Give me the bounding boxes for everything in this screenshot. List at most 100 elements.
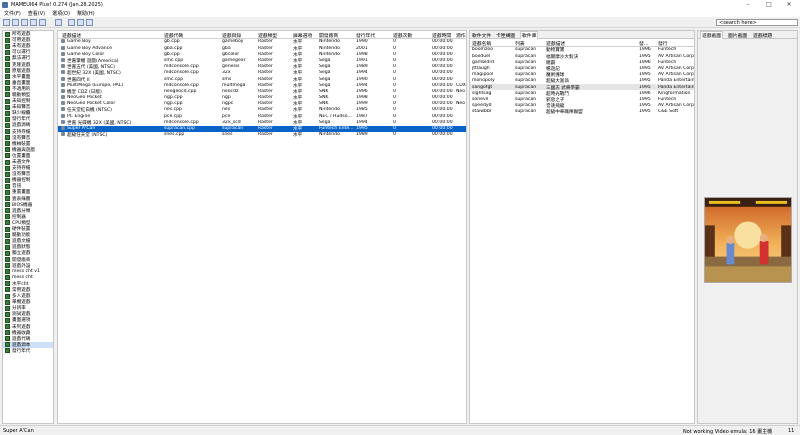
tab-picture[interactable]: 圖片截圖	[728, 32, 747, 39]
folder-label: CPU類型	[12, 220, 31, 226]
properties-icon[interactable]	[77, 19, 84, 26]
col-play-count[interactable]: 遊戲次數	[393, 32, 412, 39]
col-description[interactable]: 遊戲描述	[62, 32, 81, 39]
folder-view-icon[interactable]	[3, 19, 10, 26]
col-directory[interactable]: 遊戲目錄	[222, 32, 241, 39]
folder-icon	[5, 214, 10, 220]
game-cell: pce.cpp	[164, 113, 183, 119]
folder-label: 無法運行	[12, 56, 31, 62]
col-rom-name[interactable]: 遊戲代碼	[164, 32, 183, 39]
software-cell: boomzoo	[472, 47, 494, 53]
folder-icon	[5, 208, 10, 214]
game-cell: 1990	[356, 39, 368, 45]
col-play-time[interactable]: 遊戲時間	[432, 32, 451, 39]
list-view-icon[interactable]	[30, 19, 37, 26]
software-cell: 1996	[639, 47, 651, 53]
folder-icon	[5, 275, 10, 281]
game-cell: 00:00:00	[432, 113, 453, 119]
folder-label: 機器與遊戲	[12, 147, 35, 153]
col-manufacturer[interactable]: 開發廠商	[319, 32, 338, 39]
software-cell: Funtech	[658, 47, 677, 53]
game-cell: 0	[393, 119, 396, 125]
folder-icon	[5, 189, 10, 195]
tab-software-files[interactable]: 軟件文件	[472, 32, 491, 39]
game-cell: Sega	[319, 70, 331, 76]
folder-icon	[5, 49, 10, 55]
game-cell: SNK	[319, 88, 329, 94]
software-cell: 1995	[639, 109, 651, 115]
game-cell: gbcolor	[222, 51, 240, 57]
tab-software-list[interactable]: 軟件庫	[520, 31, 539, 39]
game-cell: 0	[393, 70, 396, 76]
folder-label: 水平cht	[12, 281, 29, 287]
close-button[interactable]: ✕	[779, 0, 799, 9]
game-cell: Raster	[258, 107, 273, 113]
menu-options[interactable]: 選項(O)	[52, 10, 70, 17]
game-cell: gba	[222, 45, 231, 51]
menu-view[interactable]: 查看(V)	[28, 10, 45, 17]
game-cell: 1994	[356, 119, 368, 125]
folder-item[interactable]: 發行年代	[3, 348, 53, 354]
game-cell: Raster	[258, 101, 273, 107]
title-bar: MAMEUI64 Plus! 0.274 (Jan.28.2025) – □ ✕	[0, 0, 800, 9]
menu-help[interactable]: 幫助(H)	[77, 10, 95, 17]
folder-label: 遊戲文檔	[12, 239, 31, 245]
col-soft-list[interactable]: 列表	[515, 40, 525, 47]
col-soft-description[interactable]: 遊戲描述	[546, 40, 565, 47]
game-cell: NeoGeo Pocket	[67, 95, 102, 101]
game-cell: 0	[393, 57, 396, 63]
tab-snapshot[interactable]: 遊戲截圖	[700, 31, 724, 39]
game-list[interactable]: 遊戲描述 遊戲代碼 遊戲目錄 遊戲類型 屏幕選項 開發廠商 發行年代 遊戲次數 …	[57, 30, 467, 424]
col-type[interactable]: 遊戲類型	[258, 32, 277, 39]
game-cell: gb.cpp	[164, 51, 180, 57]
col-soft-year[interactable]: 發...	[639, 40, 648, 47]
game-cell: 00:00:00	[432, 95, 453, 101]
status-driver-info: Not working Video emula: 16 畫主機	[683, 428, 773, 435]
game-cell: 00:00:00	[432, 107, 453, 113]
col-source[interactable]: 源作	[456, 32, 466, 39]
col-soft-name[interactable]: 遊戲名稱	[472, 40, 491, 47]
folder-icon	[5, 104, 10, 110]
tab-title-screen[interactable]: 遊戲標題	[753, 32, 772, 39]
maximize-button[interactable]: □	[759, 0, 779, 9]
game-cell: 00:00:00	[432, 132, 453, 138]
search-input[interactable]: <search here>	[716, 19, 798, 26]
play-icon[interactable]	[68, 19, 75, 26]
large-icons-icon[interactable]	[12, 19, 19, 26]
game-cell: 0	[393, 113, 396, 119]
folder-tree[interactable]: 所有遊戲 可用遊戲 未有遊戲 可以運行 無法運行 克隆遊戲 原版遊戲 水平畫面 垂直畫面 不適用的…	[2, 30, 54, 424]
game-cell: 2001	[356, 45, 368, 51]
game-cell: Sega	[319, 82, 331, 88]
software-cell: Panda Entertainment	[658, 84, 694, 90]
col-soft-publisher[interactable]: 發行	[658, 40, 668, 47]
menu-file[interactable]: 文件(F)	[4, 10, 21, 17]
app-icon	[2, 1, 8, 8]
folder-label: 畫面選項	[12, 318, 31, 324]
folder-icon	[5, 74, 10, 80]
folder-icon	[5, 171, 10, 177]
col-year[interactable]: 發行年代	[356, 32, 375, 39]
game-cell: 00:00:00	[432, 39, 453, 45]
tab-cartridge[interactable]: 卡匣構圖	[496, 32, 515, 39]
game-cell: 1994	[356, 82, 368, 88]
software-row[interactable]: staiwbbl supracan 超級中華職棒聯盟 1995 C&E Soft	[470, 109, 694, 115]
grouped-view-icon[interactable]	[55, 19, 62, 26]
game-cell: 00:00:00	[432, 88, 453, 94]
folder-label: 支持存檔	[12, 166, 31, 172]
game-cell: 水平	[293, 133, 303, 139]
software-cell: supracan	[515, 103, 537, 109]
game-row[interactable]: 超級任天堂 (NTSC) snes.cpp snes Raster 水平 Nintendo…	[58, 132, 466, 138]
game-cell: 0	[393, 51, 396, 57]
game-cell: mdconsole.cpp	[164, 119, 199, 125]
software-cell: supracan	[515, 65, 537, 71]
col-screen[interactable]: 屏幕選項	[293, 32, 312, 39]
folder-label: 沒有聲音	[12, 135, 31, 141]
minimize-button[interactable]: –	[738, 0, 758, 9]
folder-label: 缺少線纜	[12, 111, 31, 117]
help-icon[interactable]	[86, 19, 93, 26]
details-view-icon[interactable]	[39, 19, 46, 26]
game-cell: 00:00:00	[432, 51, 453, 57]
game-cell: CDX	[456, 82, 466, 88]
game-cell: gba.cpp	[164, 45, 183, 51]
small-icons-icon[interactable]	[21, 19, 28, 26]
